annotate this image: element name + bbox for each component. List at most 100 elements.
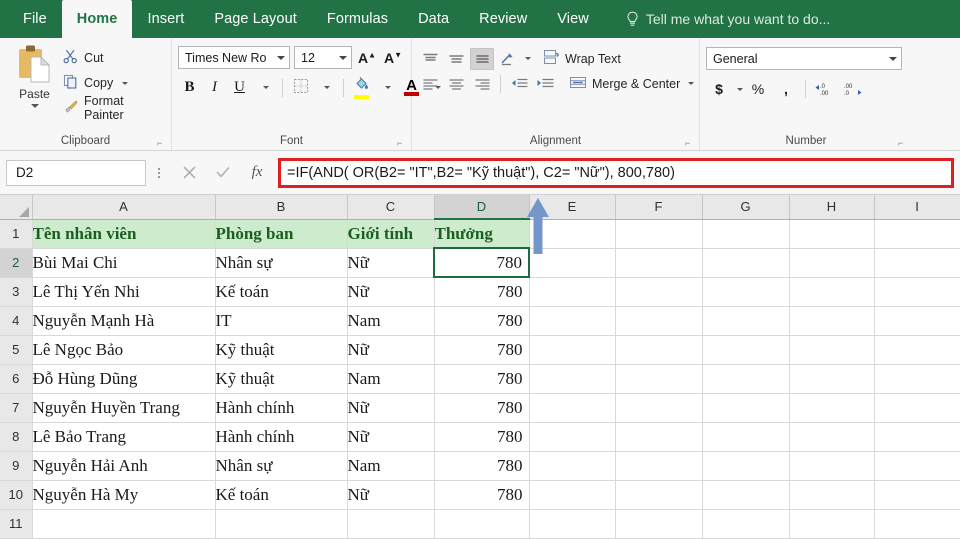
cell-f8[interactable] <box>615 422 703 452</box>
copy-chevron-down-icon[interactable] <box>122 81 129 85</box>
row-header-3[interactable]: 3 <box>0 277 33 307</box>
merge-center-chevron-down-icon[interactable] <box>688 82 695 85</box>
cell-g10[interactable] <box>702 480 790 510</box>
cell-g5[interactable] <box>702 335 790 365</box>
tab-view[interactable]: View <box>542 0 604 38</box>
cell-i8[interactable] <box>874 422 960 452</box>
row-header-4[interactable]: 4 <box>0 306 33 336</box>
cell-i9[interactable] <box>874 451 960 481</box>
wrap-text-button[interactable]: Wrap Text <box>543 49 621 68</box>
formula-input[interactable]: =IF(AND( OR(B2= "IT",B2= "Kỹ thuật"), C2… <box>278 157 954 188</box>
clipboard-dialog-launcher-icon[interactable]: ⌐ <box>157 139 166 148</box>
underline-chevron-down-icon[interactable] <box>253 76 276 99</box>
tab-data[interactable]: Data <box>403 0 464 38</box>
cell-e3[interactable] <box>529 277 616 307</box>
column-header-d[interactable]: D <box>434 195 530 220</box>
row-header-6[interactable]: 6 <box>0 364 33 394</box>
cell-c11[interactable] <box>347 509 435 539</box>
tab-home[interactable]: Home <box>61 0 133 38</box>
cell-h3[interactable] <box>789 277 875 307</box>
cell-f5[interactable] <box>615 335 703 365</box>
align-top-button[interactable] <box>418 48 442 70</box>
cell-c10[interactable]: Nữ <box>347 480 435 510</box>
row-header-11[interactable]: 11 <box>0 509 33 539</box>
cell-e8[interactable] <box>529 422 616 452</box>
column-header-b[interactable]: B <box>215 195 348 220</box>
align-left-button[interactable] <box>418 73 442 95</box>
column-header-i[interactable]: I <box>874 195 960 220</box>
cell-d6[interactable]: 780 <box>434 364 530 394</box>
cell-i2[interactable] <box>874 248 960 278</box>
accounting-format-button[interactable]: $ <box>706 78 732 100</box>
cell-g4[interactable] <box>702 306 790 336</box>
number-format-combobox[interactable]: General <box>706 47 902 70</box>
row-header-1[interactable]: 1 <box>0 219 33 249</box>
font-dialog-launcher-icon[interactable]: ⌐ <box>397 139 406 148</box>
cell-b1[interactable]: Phòng ban <box>215 219 348 249</box>
decrease-decimal-button[interactable]: .00.0 <box>840 78 866 100</box>
cell-g3[interactable] <box>702 277 790 307</box>
cell-a3[interactable]: Lê Thị Yến Nhi <box>32 277 216 307</box>
cell-c7[interactable]: Nữ <box>347 393 435 423</box>
fill-color-button[interactable] <box>350 76 373 99</box>
cell-i11[interactable] <box>874 509 960 539</box>
borders-chevron-down-icon[interactable] <box>314 76 337 99</box>
column-header-f[interactable]: F <box>615 195 703 220</box>
cell-d8[interactable]: 780 <box>434 422 530 452</box>
cell-h9[interactable] <box>789 451 875 481</box>
copy-button[interactable]: Copy <box>63 73 165 93</box>
cell-b6[interactable]: Kỹ thuật <box>215 364 348 394</box>
cell-a10[interactable]: Nguyễn Hà My <box>32 480 216 510</box>
cell-c3[interactable]: Nữ <box>347 277 435 307</box>
cell-c4[interactable]: Nam <box>347 306 435 336</box>
cell-d4[interactable]: 780 <box>434 306 530 336</box>
cell-d2[interactable]: 780 <box>433 247 530 278</box>
cell-d1[interactable]: Thưởng <box>434 219 530 249</box>
cell-f6[interactable] <box>615 364 703 394</box>
confirm-formula-button[interactable] <box>206 160 240 186</box>
formula-bar-grip[interactable] <box>152 167 166 178</box>
bold-button[interactable]: B <box>178 76 201 99</box>
cell-d5[interactable]: 780 <box>434 335 530 365</box>
cell-i10[interactable] <box>874 480 960 510</box>
tab-formulas[interactable]: Formulas <box>312 0 403 38</box>
cell-g6[interactable] <box>702 364 790 394</box>
alignment-dialog-launcher-icon[interactable]: ⌐ <box>685 139 694 148</box>
cell-b4[interactable]: IT <box>215 306 348 336</box>
cell-h7[interactable] <box>789 393 875 423</box>
cell-a5[interactable]: Lê Ngọc Bảo <box>32 335 216 365</box>
cell-b7[interactable]: Hành chính <box>215 393 348 423</box>
cell-f9[interactable] <box>615 451 703 481</box>
align-right-button[interactable] <box>470 73 494 95</box>
cell-i7[interactable] <box>874 393 960 423</box>
name-box[interactable]: D2 <box>6 159 146 186</box>
row-header-7[interactable]: 7 <box>0 393 33 423</box>
cell-h8[interactable] <box>789 422 875 452</box>
decrease-indent-button[interactable] <box>507 73 531 95</box>
cell-a8[interactable]: Lê Bảo Trang <box>32 422 216 452</box>
cell-b10[interactable]: Kế toán <box>215 480 348 510</box>
increase-indent-button[interactable] <box>533 73 557 95</box>
decrease-font-size-button[interactable]: A▼ <box>382 47 404 69</box>
cell-e5[interactable] <box>529 335 616 365</box>
borders-button[interactable] <box>289 76 312 99</box>
cell-e6[interactable] <box>529 364 616 394</box>
cell-e2[interactable] <box>529 248 616 278</box>
cell-c5[interactable]: Nữ <box>347 335 435 365</box>
align-middle-button[interactable] <box>444 48 468 70</box>
cell-b11[interactable] <box>215 509 348 539</box>
percent-format-button[interactable]: % <box>745 78 771 100</box>
accounting-chevron-down-icon[interactable] <box>737 87 743 91</box>
insert-function-button[interactable]: fx <box>240 160 274 186</box>
tell-me-box[interactable]: Tell me what you want to do... <box>626 0 830 38</box>
cell-f7[interactable] <box>615 393 703 423</box>
cell-e4[interactable] <box>529 306 616 336</box>
cell-c6[interactable]: Nam <box>347 364 435 394</box>
cell-h1[interactable] <box>789 219 875 249</box>
align-center-button[interactable] <box>444 73 468 95</box>
row-header-9[interactable]: 9 <box>0 451 33 481</box>
cell-d10[interactable]: 780 <box>434 480 530 510</box>
row-header-2[interactable]: 2 <box>0 248 33 278</box>
cell-c9[interactable]: Nam <box>347 451 435 481</box>
cell-d11[interactable] <box>434 509 530 539</box>
